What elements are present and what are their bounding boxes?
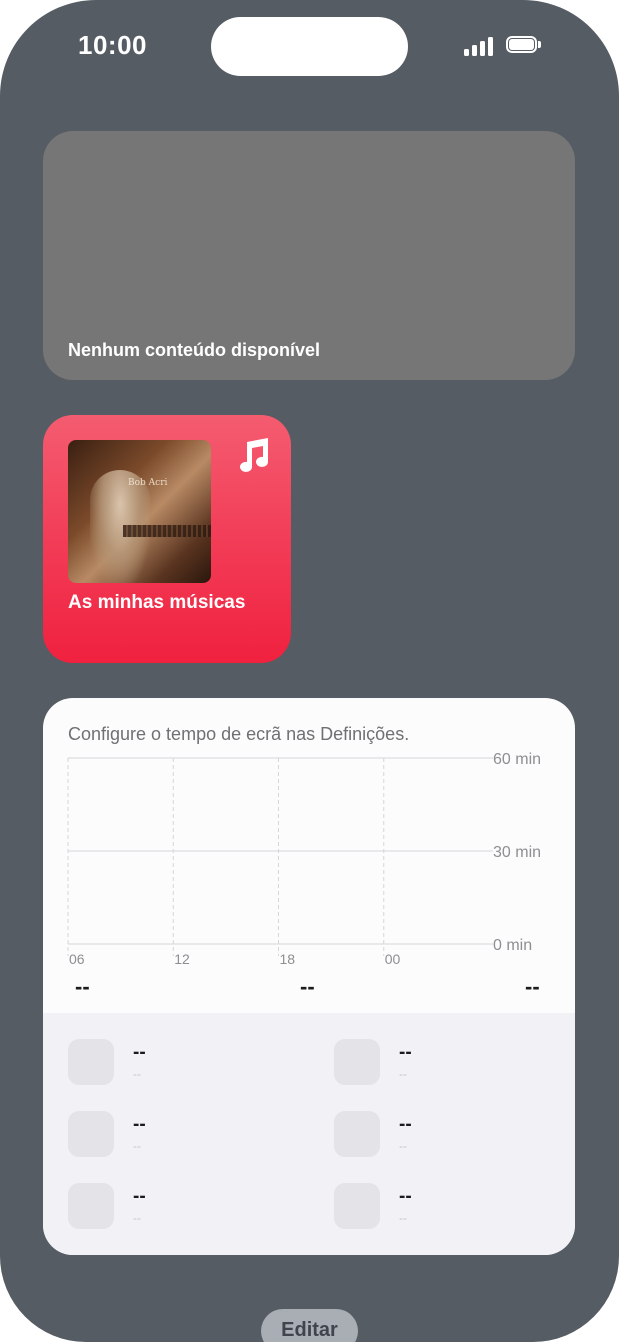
chart-x-tick-label: 18	[280, 951, 296, 967]
app-name: --	[133, 1042, 146, 1063]
app-time: --	[399, 1139, 407, 1153]
app-name: --	[399, 1186, 412, 1207]
app-icon	[68, 1039, 114, 1085]
app-name: --	[133, 1114, 146, 1135]
empty-widget[interactable]: Nenhum conteúdo disponível	[43, 131, 575, 380]
battery-icon	[506, 36, 541, 56]
app-icon	[68, 1111, 114, 1157]
app-usage-item[interactable]: -- --	[334, 1111, 534, 1159]
app-time: --	[133, 1067, 141, 1081]
music-note-icon	[240, 438, 268, 472]
summary-value-1: --	[75, 974, 90, 999]
chart-y-tick-label: 60 min	[493, 751, 541, 768]
screen-time-widget[interactable]: Configure o tempo de ecrã nas Definições…	[43, 698, 575, 1255]
chart-x-tick-label: 12	[174, 951, 190, 967]
empty-widget-message: Nenhum conteúdo disponível	[68, 340, 321, 360]
app-icon	[334, 1183, 380, 1229]
app-time: --	[399, 1211, 407, 1225]
dynamic-island	[211, 17, 408, 76]
app-usage-item[interactable]: -- --	[68, 1183, 268, 1231]
app-usage-list: -- -- -- -- -- -- -- -- -- -- -- --	[43, 1013, 575, 1255]
app-name: --	[133, 1186, 146, 1207]
edit-button[interactable]: Editar	[261, 1309, 358, 1342]
signal-icon	[464, 36, 494, 56]
music-widget-title: As minhas músicas	[68, 592, 246, 613]
chart-x-tick-label: 06	[69, 951, 85, 967]
chart-y-tick-label: 30 min	[493, 844, 541, 861]
screen-time-chart: 60 min 30 min 0 min 06 12 18 00	[67, 751, 541, 967]
chart-x-tick-label: 00	[385, 951, 401, 967]
app-name: --	[399, 1042, 412, 1063]
app-time: --	[133, 1139, 141, 1153]
app-usage-item[interactable]: -- --	[334, 1183, 534, 1231]
chart-y-tick-label: 0 min	[493, 937, 532, 954]
home-screen: 10:00 Nenhum conteúdo disponível Bob Acr…	[0, 0, 619, 1342]
album-cover-text: Bob Acri	[128, 478, 168, 488]
app-icon	[334, 1111, 380, 1157]
app-name: --	[399, 1114, 412, 1135]
summary-value-2: --	[300, 974, 315, 999]
summary-value-3: --	[525, 974, 540, 999]
album-cover[interactable]: Bob Acri	[68, 440, 211, 583]
app-usage-item[interactable]: -- --	[68, 1039, 268, 1087]
app-icon	[334, 1039, 380, 1085]
app-usage-item[interactable]: -- --	[334, 1039, 534, 1087]
app-icon	[68, 1183, 114, 1229]
app-usage-item[interactable]: -- --	[68, 1111, 268, 1159]
app-time: --	[399, 1067, 407, 1081]
status-time: 10:00	[78, 30, 147, 60]
app-time: --	[133, 1211, 141, 1225]
